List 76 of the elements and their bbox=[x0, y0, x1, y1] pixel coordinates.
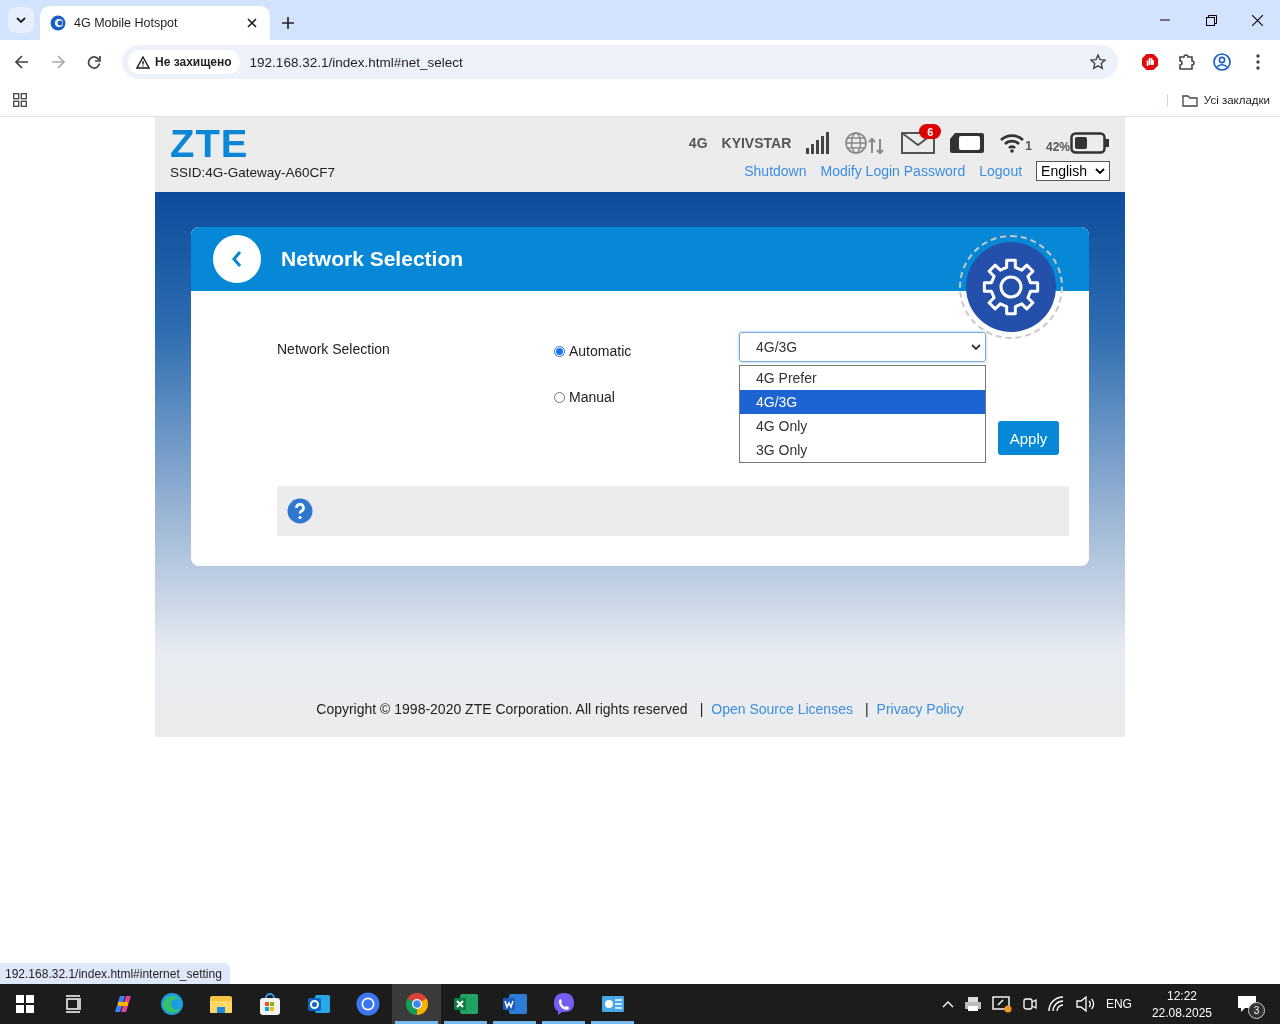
tab-title: 4G Mobile Hotspot bbox=[74, 16, 179, 30]
battery-icon bbox=[1070, 132, 1110, 154]
mode-radio[interactable]: Manual bbox=[554, 389, 739, 405]
close-icon bbox=[247, 18, 257, 28]
clock-time[interactable]: 12:22 bbox=[1166, 988, 1197, 1003]
apps-button[interactable] bbox=[10, 90, 30, 110]
store-icon bbox=[257, 992, 282, 1016]
notification-count: 3 bbox=[1248, 1002, 1265, 1019]
back-arrow-icon bbox=[15, 55, 29, 69]
dashboard-icon bbox=[600, 994, 625, 1014]
wifi-icon bbox=[999, 133, 1026, 153]
field-label: Network Selection bbox=[277, 341, 391, 359]
network-type: 4G bbox=[688, 135, 708, 151]
printer-icon bbox=[963, 996, 982, 1012]
chevron-left-icon bbox=[232, 251, 242, 267]
security-chip[interactable]: Не захищено bbox=[128, 50, 240, 74]
input-language[interactable]: ENG bbox=[1105, 997, 1132, 1011]
page-title: Network Selection bbox=[281, 247, 464, 271]
forward-arrow-icon bbox=[51, 55, 65, 69]
address-bar[interactable]: Не захищено 192.168.32.1/index.html#net_select bbox=[122, 45, 1118, 79]
message-count-badge: 6 bbox=[919, 124, 942, 139]
close-icon bbox=[1251, 14, 1263, 26]
all-bookmarks-button[interactable]: Усі закладки bbox=[1166, 93, 1270, 107]
folder-icon bbox=[208, 993, 233, 1015]
clock-date[interactable]: 22.08.2025 bbox=[1151, 1005, 1212, 1020]
language-select[interactable]: English bbox=[1036, 161, 1110, 181]
more-icon bbox=[1256, 54, 1260, 70]
back-button[interactable] bbox=[213, 235, 261, 283]
apply-button[interactable]: Apply bbox=[998, 421, 1059, 455]
signal-bars-icon bbox=[805, 132, 832, 154]
grid-icon bbox=[13, 93, 27, 107]
speaker-icon bbox=[1075, 996, 1096, 1012]
chevron-up-icon bbox=[941, 1000, 954, 1008]
sync-monitor-icon bbox=[991, 995, 1012, 1013]
stop-hand-icon bbox=[1141, 53, 1159, 71]
restore-icon bbox=[1205, 14, 1217, 26]
spreadsheet-icon bbox=[452, 992, 479, 1016]
wifi-icon bbox=[1047, 996, 1066, 1012]
chat-bubble-icon bbox=[355, 992, 380, 1016]
folder-icon bbox=[1181, 93, 1198, 107]
taskbar-app-button[interactable] bbox=[392, 984, 441, 1024]
chevron-down-icon bbox=[971, 344, 981, 350]
profile-icon bbox=[1213, 53, 1231, 71]
task-view-icon bbox=[64, 995, 83, 1013]
minimize-icon bbox=[1160, 19, 1170, 21]
document-icon bbox=[501, 992, 528, 1016]
dropdown-option[interactable]: 4G/3G bbox=[740, 390, 985, 414]
chevron-down-icon bbox=[16, 17, 26, 23]
separator-text: | bbox=[864, 701, 869, 717]
windows-logo-icon bbox=[15, 995, 34, 1013]
globe-favicon-icon bbox=[50, 15, 66, 31]
tab-search-button[interactable] bbox=[8, 7, 34, 33]
camera-icon bbox=[1021, 995, 1038, 1013]
chrome-icon bbox=[404, 992, 429, 1016]
operator-name: KYIVSTAR bbox=[721, 135, 792, 151]
network-mode-select[interactable]: 4G/3G bbox=[739, 332, 986, 362]
wifi-client-count: 1 bbox=[1025, 139, 1032, 153]
url-text: 192.168.32.1/index.html#net_select bbox=[249, 54, 464, 70]
reload-icon bbox=[87, 55, 101, 69]
star-icon bbox=[1090, 54, 1106, 70]
ssid-text: SSID:4G-Gateway-A60CF7 bbox=[170, 165, 336, 180]
warning-icon bbox=[136, 55, 150, 69]
phone-bubble-icon bbox=[551, 992, 576, 1016]
browser-tab[interactable]: 4G Mobile Hotspot bbox=[40, 6, 270, 40]
plus-icon bbox=[282, 17, 294, 29]
help-icon bbox=[287, 498, 313, 524]
sim-card-icon bbox=[949, 132, 986, 154]
battery-percent: 42% bbox=[1045, 140, 1070, 154]
puzzle-icon bbox=[1177, 53, 1195, 71]
gear-icon bbox=[980, 256, 1042, 318]
status-url-tooltip: 192.168.32.1/index.html#internet_setting bbox=[0, 963, 230, 984]
separator-text: | bbox=[699, 701, 704, 717]
chevron-down-icon bbox=[1095, 168, 1105, 174]
zte-logo: ZTE bbox=[170, 126, 250, 162]
mode-radio[interactable]: Automatic bbox=[554, 343, 739, 359]
copyright-text: Copyright © 1998-2020 ZTE Corporation. All rights reserved bbox=[316, 701, 688, 717]
